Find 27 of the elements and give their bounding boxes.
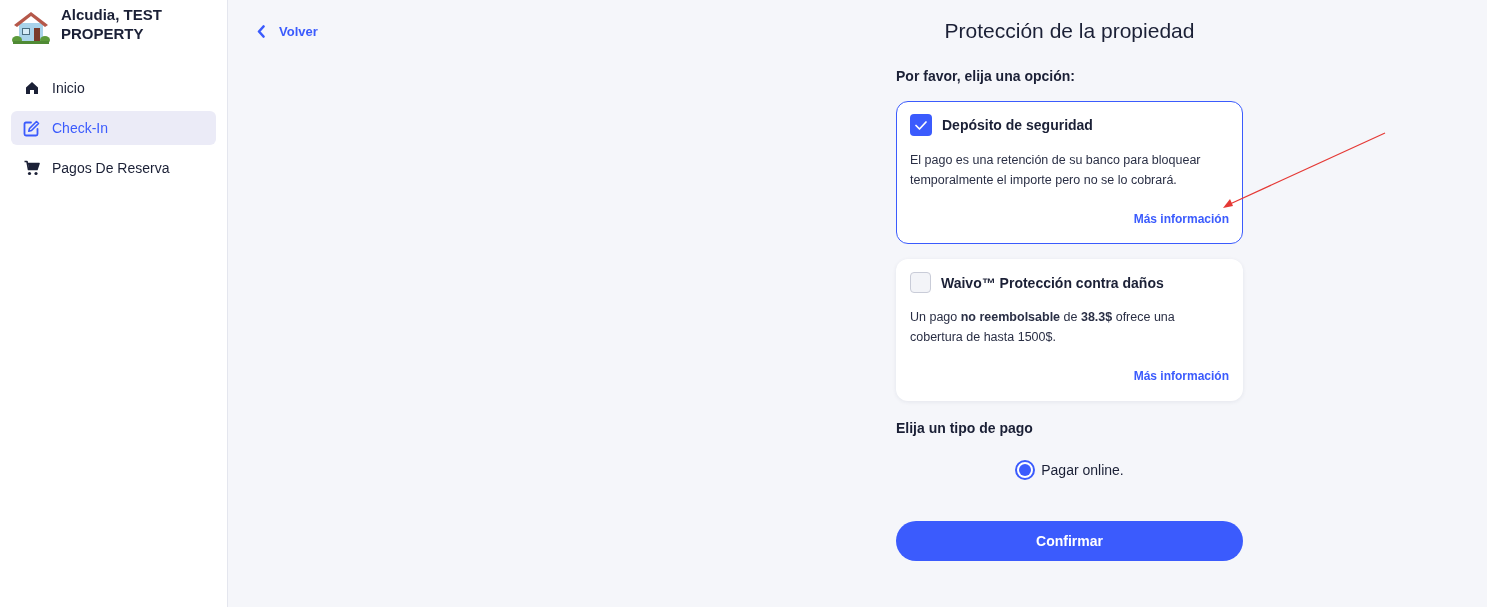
checkbox[interactable] [910, 272, 931, 293]
edit-icon [23, 119, 40, 137]
option-card[interactable]: Depósito de seguridad El pago es una retención de su banco para bloquear temporalmente el importe pero no se lo cobrará. Más información [896, 101, 1243, 244]
back-link[interactable]: Volver [257, 22, 318, 41]
property-name: Alcudia, TEST PROPERTY [61, 5, 163, 43]
shopping-cart-icon [23, 160, 40, 176]
options-prompt: Por favor, elija una opción: [896, 67, 1076, 86]
nav-item[interactable]: Inicio [11, 71, 216, 105]
nav-item[interactable]: Pagos De Reserva [11, 151, 216, 185]
house-logo-icon [12, 10, 50, 44]
home-icon [24, 81, 39, 95]
option-title: Depósito de seguridad [942, 116, 1093, 135]
more-info-link[interactable]: Más información [1133, 368, 1229, 384]
option-description: El pago es una retención de su banco para bloquear temporalmente el importe pero no se lo cobrará. [910, 152, 1202, 189]
more-info-link[interactable]: Más información [1133, 211, 1229, 227]
checkbox[interactable] [910, 114, 932, 136]
payment-type-heading: Elija un tipo de pago [896, 419, 1034, 438]
option-card[interactable]: Waivo™ Protección contra daños Un pago no reembolsable de 38.3$ ofrece una cobertura de hasta 1500$. Más información [896, 259, 1243, 401]
chevron-left-icon [257, 25, 265, 38]
checkmark-icon [915, 120, 927, 130]
radio-button[interactable] [1015, 460, 1036, 480]
option-title: Waivo™ Protección contra daños [941, 273, 1164, 293]
option-description: Un pago no reembolsable de 38.3$ ofrece una cobertura de hasta 1500$. [910, 309, 1176, 346]
radio-label: Pagar online. [1041, 461, 1124, 480]
page-title: Protección de la propiedad [943, 18, 1196, 44]
confirm-button[interactable]: Confirmar [896, 521, 1243, 561]
nav-item[interactable]: Check-In [11, 111, 216, 145]
